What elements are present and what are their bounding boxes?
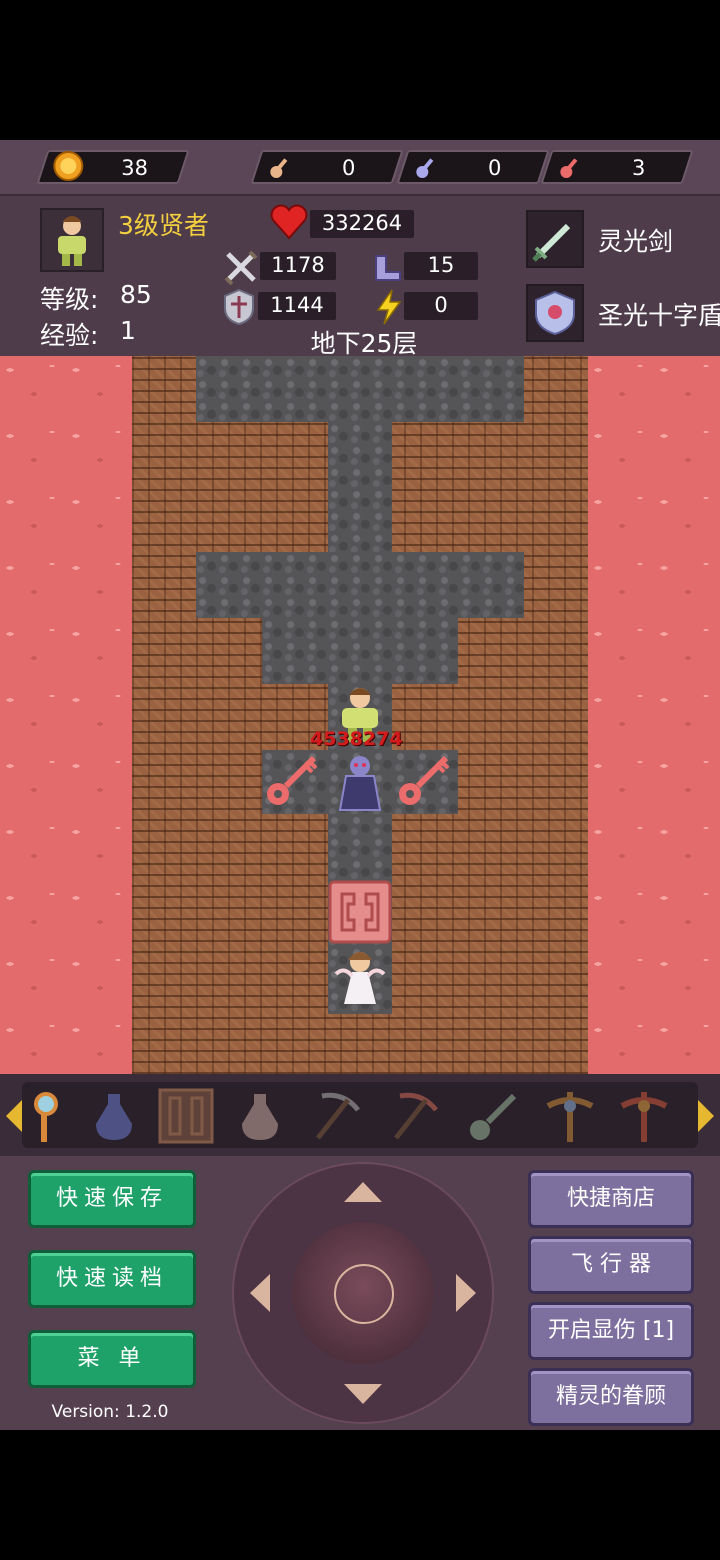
direction-pad[interactable] xyxy=(232,1162,494,1424)
magic-boots-icon xyxy=(375,255,401,281)
blue-key-value: 0 xyxy=(487,156,502,180)
attack-value: 1178 xyxy=(271,253,325,277)
red-key-item xyxy=(399,755,450,805)
magic-def-value: 15 xyxy=(427,253,455,277)
up-arrow-icon[interactable] xyxy=(342,1180,384,1204)
item-slots xyxy=(22,1082,698,1148)
exp-value: 1 xyxy=(120,316,136,345)
blue-key-icon xyxy=(416,158,434,178)
empty-flask-icon[interactable] xyxy=(230,1086,290,1146)
hero-portrait xyxy=(40,208,104,272)
quick-shop-button[interactable]: 快捷商店 xyxy=(528,1170,694,1228)
show-damage-button[interactable]: 开启显伤 [1] xyxy=(528,1302,694,1360)
lightning-icon xyxy=(376,289,402,325)
version-label: Version: 1.2.0 xyxy=(51,1402,169,1422)
hero-title: 3级贤者 xyxy=(118,211,209,240)
dpad-center-ring xyxy=(334,1264,394,1324)
damage-label: 4538274 xyxy=(310,728,403,750)
defense-value: 1144 xyxy=(270,293,324,317)
left-arrow-icon[interactable] xyxy=(248,1272,272,1314)
shield-icon xyxy=(224,288,254,326)
fly-button[interactable]: 飞 行 器 xyxy=(528,1236,694,1294)
scroll-right-arrow-icon[interactable] xyxy=(696,1098,716,1134)
floor-tile xyxy=(262,618,458,684)
red-key-counter: 3 xyxy=(540,150,694,184)
shield-name: 圣光十字盾 xyxy=(598,301,720,330)
scroll-left-arrow-icon[interactable] xyxy=(4,1098,24,1134)
yellow-key-icon xyxy=(270,158,288,178)
hp-box: 332264 xyxy=(310,210,414,238)
floor-tile xyxy=(328,422,392,552)
yellow-key-value: 0 xyxy=(341,156,356,180)
quick-load-button[interactable]: 快速读档 xyxy=(28,1250,196,1308)
hero-sprite-icon xyxy=(58,216,86,266)
dpad-knob[interactable] xyxy=(292,1222,434,1364)
status-panel: 3级贤者 等级: 85 经验: 1 332264 1178 15 1144 0 … xyxy=(0,196,720,358)
red-pickaxe-icon[interactable] xyxy=(386,1086,446,1146)
holy-water-icon[interactable] xyxy=(84,1086,144,1146)
item-bar xyxy=(0,1074,720,1156)
gold-counter: 38 xyxy=(36,150,190,184)
bottom-black-bar xyxy=(0,1430,720,1560)
shield-slot xyxy=(526,284,584,342)
attack-box: 1178 xyxy=(260,252,336,280)
exp-label: 经验: xyxy=(40,321,99,350)
dungeon-map[interactable]: 4538274 xyxy=(0,356,720,1074)
defense-box: 1144 xyxy=(258,292,336,320)
control-panel: 快速保存 快速读档 菜 单 Version: 1.2.0 快捷商店 飞 行 器 … xyxy=(0,1156,720,1430)
magic-def-box: 15 xyxy=(404,252,478,280)
hp-value: 332264 xyxy=(321,211,403,235)
weapon-name: 灵光剑 xyxy=(598,227,674,256)
floor-tile xyxy=(196,552,524,618)
menu-button[interactable]: 菜 单 xyxy=(28,1330,196,1388)
heart-icon xyxy=(270,204,308,240)
lava-right xyxy=(588,356,720,1074)
door-icon[interactable] xyxy=(156,1086,216,1146)
red-key-item xyxy=(267,755,318,805)
cross-amulet-icon[interactable] xyxy=(540,1086,600,1146)
top-black-bar xyxy=(0,0,720,140)
floor-tile xyxy=(196,356,524,422)
vampire-monster xyxy=(338,756,382,811)
level-value: 85 xyxy=(120,280,152,309)
floor-name: 地下25层 xyxy=(310,329,418,358)
gold-value: 38 xyxy=(121,156,149,180)
swords-icon xyxy=(224,250,258,286)
down-arrow-icon[interactable] xyxy=(342,1382,384,1406)
yellow-key-counter: 0 xyxy=(250,150,404,184)
red-door xyxy=(328,880,392,944)
cross-shield-icon xyxy=(535,290,575,336)
magic-wand-icon[interactable] xyxy=(24,1086,84,1146)
quick-save-button[interactable]: 快速保存 xyxy=(28,1170,196,1228)
red-key-value: 3 xyxy=(631,156,646,180)
red-key-icon xyxy=(560,158,578,178)
lava-left xyxy=(0,356,132,1074)
gold-coin-icon xyxy=(53,151,84,181)
fairy-npc xyxy=(334,952,386,1004)
blue-key-counter: 0 xyxy=(396,150,550,184)
speed-value: 0 xyxy=(434,293,448,317)
level-label: 等级: xyxy=(40,285,99,314)
pickaxe-icon[interactable] xyxy=(308,1086,368,1146)
sword-icon xyxy=(532,223,571,262)
resource-bar: 38 0 0 3 xyxy=(0,140,720,196)
speed-box: 0 xyxy=(404,292,478,320)
weapon-slot xyxy=(526,210,584,268)
cross-amulet-red-icon[interactable] xyxy=(614,1086,674,1146)
right-arrow-icon[interactable] xyxy=(454,1272,478,1314)
fairy-blessing-button[interactable]: 精灵的眷顾 xyxy=(528,1368,694,1426)
key-icon[interactable] xyxy=(464,1086,524,1146)
